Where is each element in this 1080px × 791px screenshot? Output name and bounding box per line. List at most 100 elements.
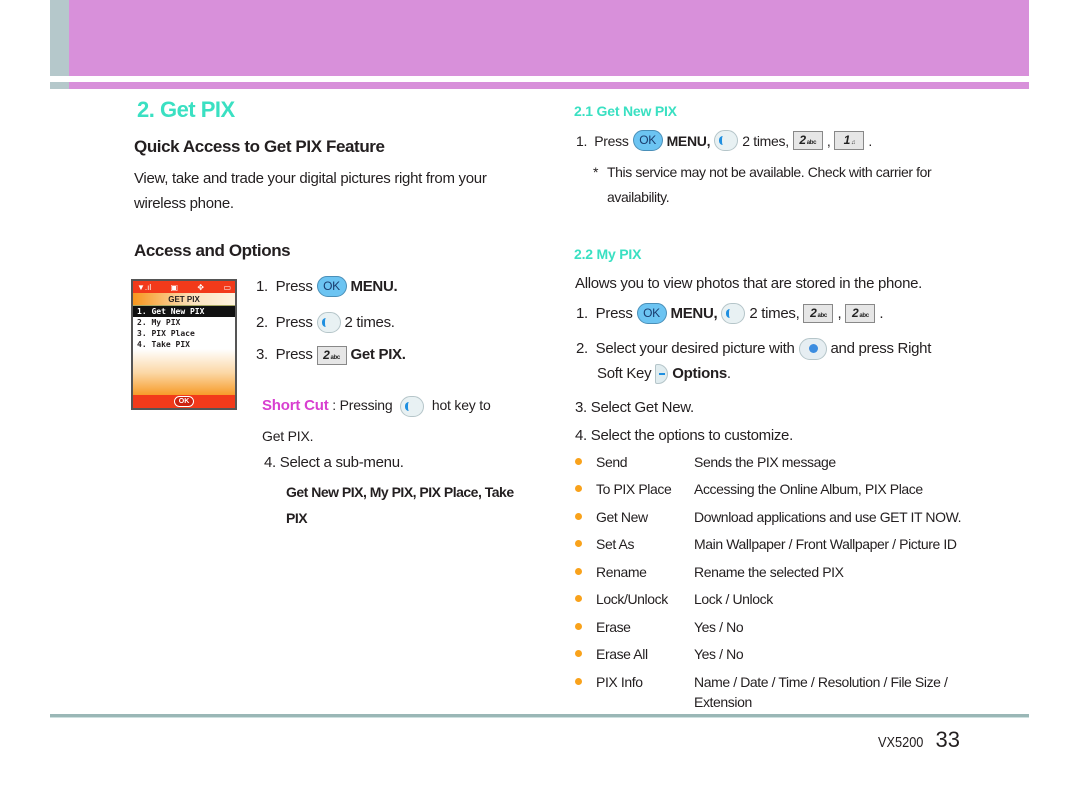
voicemail-glyph: ♫ [850,140,856,146]
availability-note: * This service may not be available. Che… [593,160,963,210]
step-text: . [879,304,884,322]
ok-key-icon: OK [636,303,667,324]
option-description: Yes / No [694,646,744,662]
step-text: . [868,132,872,149]
option-name: Lock/Unlock [596,591,668,607]
header-strip [50,82,1029,89]
key-letters: abc [859,313,869,319]
message-icon: ▣ [170,282,179,292]
option-description: Name / Date / Time / Resolution / File S… [694,674,948,710]
option-name: Send [596,454,628,470]
intro-paragraph: View, take and trade your digital pictur… [134,166,487,216]
access-options-heading: Access and Options [134,241,291,260]
battery-icon: ▭ [223,282,231,292]
section-title: 2. Get PIX [137,97,235,122]
footer: VX5200 33 [0,727,960,753]
step-number: 2. [576,340,588,357]
phone-softkey-bar: OK [133,395,235,408]
option-description: Sends the PIX message [694,454,836,470]
phone-menu-item: 2. My PIX [137,318,181,327]
option-name: PIX Info [596,674,643,690]
step-text: Select your desired picture with [595,340,795,357]
option-description: Download applications and use GET IT NOW… [694,509,962,525]
option-row: Erase All Yes / No [575,644,969,664]
shortcut-label: Short Cut [262,397,329,414]
key-2abc-icon: 2abc [803,304,834,323]
left-step-2: 2. Press 2 times. [256,312,395,333]
option-row: Set As Main Wallpaper / Front Wallpaper /… [575,534,969,554]
intro-line: View, take and trade your digital pictur… [134,170,487,187]
key-digit: 2 [799,133,806,147]
submenu-list: Get New PIX, My PIX, PIX Place, Take PIX [286,479,526,531]
step-text: Press [594,132,629,149]
step-menu-label: Get PIX. [350,346,406,363]
bullet-icon [575,678,582,685]
step-menu-label: Options [672,365,727,382]
key-digit: 2 [810,306,817,320]
step-number: 1. [576,304,588,322]
submenu-line: PIX [286,510,308,526]
step-number: 3. [256,346,268,363]
option-row: Get New Download applications and use GET… [575,507,969,527]
footer-rule [50,714,1029,718]
option-name: Get New [596,509,648,525]
bullet-icon [575,540,582,547]
shortcut-text: Get PIX. [262,428,314,444]
option-description: Rename the selected PIX [694,564,844,580]
note-asterisk: * [593,164,599,180]
key-2abc-icon: 2abc [845,304,876,323]
side-key-icon [316,312,341,333]
option-name: To PIX Place [596,481,672,497]
key-2abc-icon: 2abc [316,345,347,365]
step-text: Press [275,346,313,363]
bullet-icon [575,623,582,630]
bullet-icon [575,595,582,602]
get-new-pix-step-1: 1. Press OK MENU, 2 times, 2abc, 1♫ . [576,130,872,151]
option-description: Lock / Unlock [694,591,773,607]
navigation-icon: ✥ [197,282,205,292]
side-key-icon [721,303,746,324]
header-band [50,0,1029,76]
my-pix-step-2: 2. Select your desired picture with and … [576,338,931,360]
ok-key-icon: OK [632,130,663,151]
option-row: Send Sends the PIX message [575,452,969,472]
bullet-icon [575,650,582,657]
phone-screen-title: GET PIX [133,293,235,306]
key-1-voicemail-icon: 1♫ [834,131,865,150]
my-pix-heading: 2.2 My PIX [574,246,642,262]
step-text: 2 times. [344,313,395,331]
step-number: 1. [576,132,588,149]
step-text: 2 times, [749,304,800,322]
my-pix-step-4: 4. Select the options to customize. [575,427,793,444]
step-menu-label: MENU, [666,132,711,149]
option-row: PIX Info Name / Date / Time / Resolution … [575,672,969,712]
step-menu-label: MENU, [670,304,718,322]
key-letters: abc [330,354,340,361]
navigation-key-icon [798,338,827,360]
my-pix-step-2-cont: Soft Key Options. [597,364,731,384]
key-2abc-icon: 2abc [792,131,823,150]
phone-status-bar: ▼.ıl ▣ ✥ ▭ [133,281,235,293]
step-text: Press [595,304,633,322]
option-row: Erase Yes / No [575,617,969,637]
option-row: Lock/Unlock Lock / Unlock [575,589,969,609]
step-text: Press [275,313,313,331]
header-strip-tab [50,82,69,89]
key-digit: 2 [323,347,330,362]
option-description: Accessing the Online Album, PIX Place [694,481,923,497]
key-letters: abc [806,140,817,146]
bullet-icon [575,568,582,575]
right-soft-key-icon [655,364,669,384]
step-number: 2. [256,313,268,331]
shortcut-text: hot key to [428,397,491,413]
quick-access-heading: Quick Access to Get PIX Feature [134,137,385,156]
option-description: Main Wallpaper / Front Wallpaper / Pictu… [694,536,957,552]
phone-menu-item: 3. PIX Place [137,329,195,338]
phone-menu-item: 1. Get New PIX [133,306,235,317]
side-key-icon [400,395,425,417]
intro-line: wireless phone. [134,195,234,212]
submenu-line: Get New PIX, My PIX, PIX Place, Take [286,484,514,500]
my-pix-step-3: 3. Select Get New. [575,399,694,416]
option-row: Rename Rename the selected PIX [575,562,969,582]
shortcut-text: : Pressing [328,397,397,413]
